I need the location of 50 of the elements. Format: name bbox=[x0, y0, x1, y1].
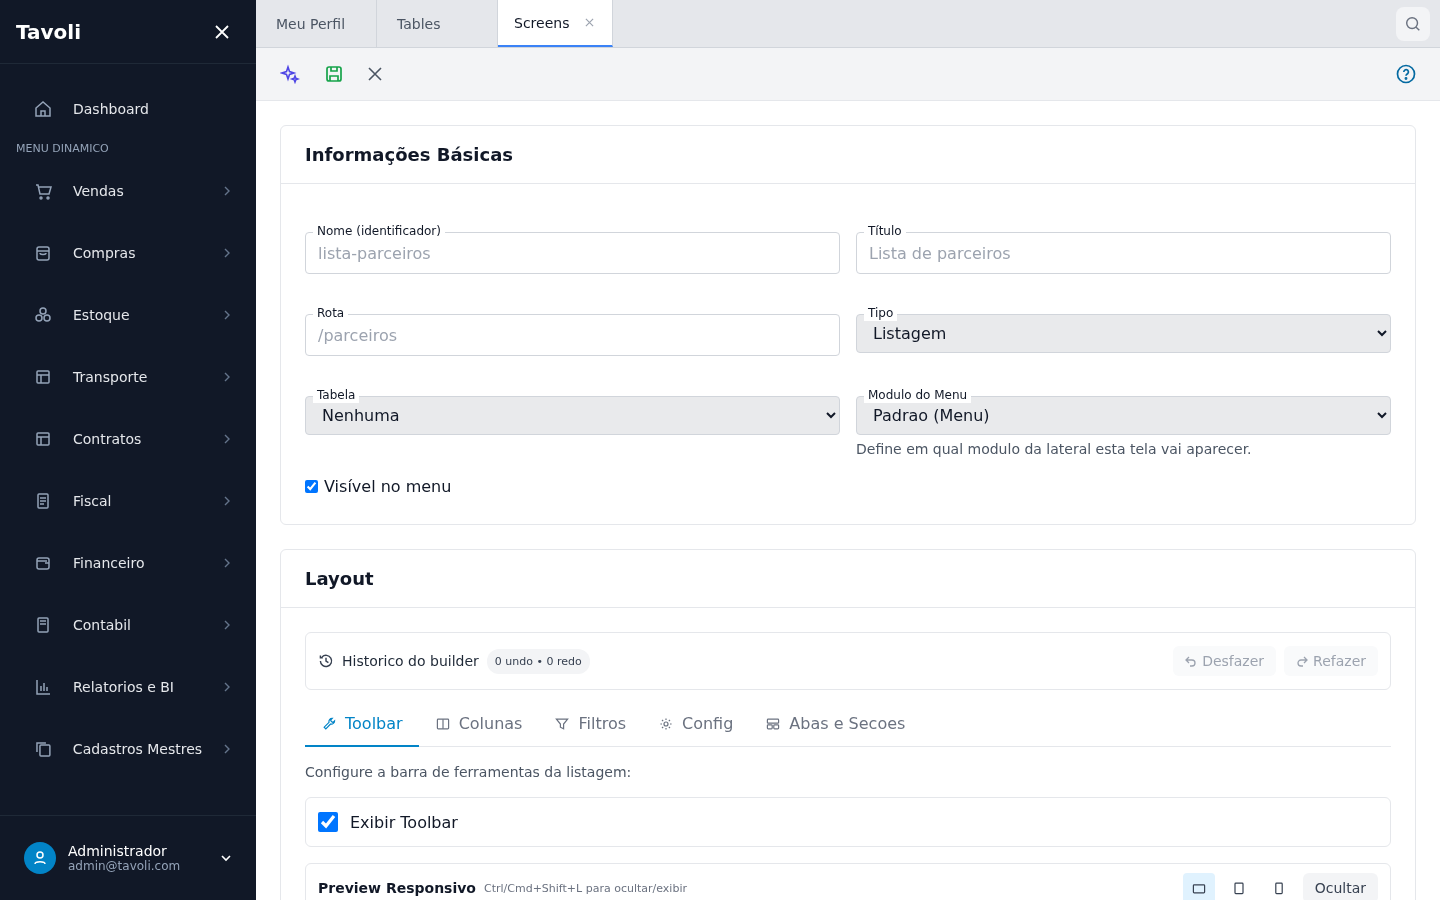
shortcut-hint: Ctrl/Cmd+Shift+L para ocultar/exibir bbox=[484, 881, 687, 895]
count-badge: 0 undo • 0 redo bbox=[486, 648, 590, 674]
undo-icon bbox=[1185, 655, 1198, 667]
redo-icon bbox=[1296, 655, 1309, 667]
section-label: MENU DINAMICO bbox=[15, 144, 110, 154]
chevron-down-icon[interactable] bbox=[220, 852, 232, 864]
user-name: Administrador bbox=[68, 843, 168, 859]
history-label: Historico do builder bbox=[342, 653, 479, 669]
sidebar-item[interactable]: Relatorios e BI bbox=[0, 656, 256, 718]
sidebar-item[interactable]: Financeiro bbox=[0, 532, 256, 594]
device-button[interactable] bbox=[1182, 873, 1215, 900]
help-icon[interactable] bbox=[1396, 64, 1416, 84]
help-text: Define em qual modulo da lateral esta tela vai aparecer. bbox=[856, 441, 1252, 457]
close-icon[interactable] bbox=[368, 67, 382, 81]
tab[interactable]: Meu Perfil bbox=[256, 0, 377, 47]
avatar-icon bbox=[24, 842, 56, 874]
hide-button[interactable]: Ocultar bbox=[1302, 873, 1378, 900]
tab[interactable]: Screens bbox=[498, 0, 614, 47]
checkbox[interactable] bbox=[305, 480, 318, 493]
checkbox-label: Visível no menu bbox=[324, 477, 452, 496]
tab[interactable]: Abas e Secoes bbox=[749, 704, 922, 747]
sidebar-item[interactable]: Contabil bbox=[0, 594, 256, 656]
sidebar-item[interactable]: Estoque bbox=[0, 284, 256, 346]
sparkles-icon[interactable] bbox=[280, 64, 300, 84]
tab[interactable]: Filtros bbox=[538, 704, 642, 747]
gear-icon bbox=[658, 715, 674, 732]
sidebar-item[interactable]: Compras bbox=[0, 222, 256, 284]
checkbox[interactable] bbox=[318, 812, 338, 832]
checkbox-label: Exibir Toolbar bbox=[350, 812, 458, 832]
card-title: Layout bbox=[281, 550, 1415, 608]
instruction-text: Configure a barra de ferramentas da listagem: bbox=[305, 764, 633, 780]
search-icon bbox=[1404, 14, 1422, 33]
sidebar-item[interactable]: Dashboard bbox=[0, 78, 256, 140]
tab[interactable]: Toolbar bbox=[305, 704, 419, 747]
tab[interactable]: Colunas bbox=[418, 704, 539, 747]
card-title: Informações Básicas bbox=[281, 126, 1415, 184]
sidebar-item[interactable]: Vendas bbox=[0, 160, 256, 222]
sidebar-item[interactable]: Transporte bbox=[0, 346, 256, 408]
user-email: admin@tavoli.com bbox=[68, 859, 182, 873]
history-icon bbox=[318, 653, 334, 669]
search-button[interactable] bbox=[1396, 6, 1430, 41]
wrench-icon bbox=[321, 715, 337, 732]
sidebar-item[interactable]: Cadastros Mestres bbox=[0, 718, 256, 780]
brand-logo-text: Tavoli bbox=[16, 19, 82, 44]
sidebar-item[interactable]: Fiscal bbox=[0, 470, 256, 532]
sidebar-item[interactable]: Contratos bbox=[0, 408, 256, 470]
save-icon[interactable] bbox=[324, 64, 344, 84]
house-icon bbox=[33, 99, 53, 119]
preview-title: Preview Responsivo bbox=[318, 880, 476, 896]
tab[interactable]: Config bbox=[642, 704, 750, 747]
